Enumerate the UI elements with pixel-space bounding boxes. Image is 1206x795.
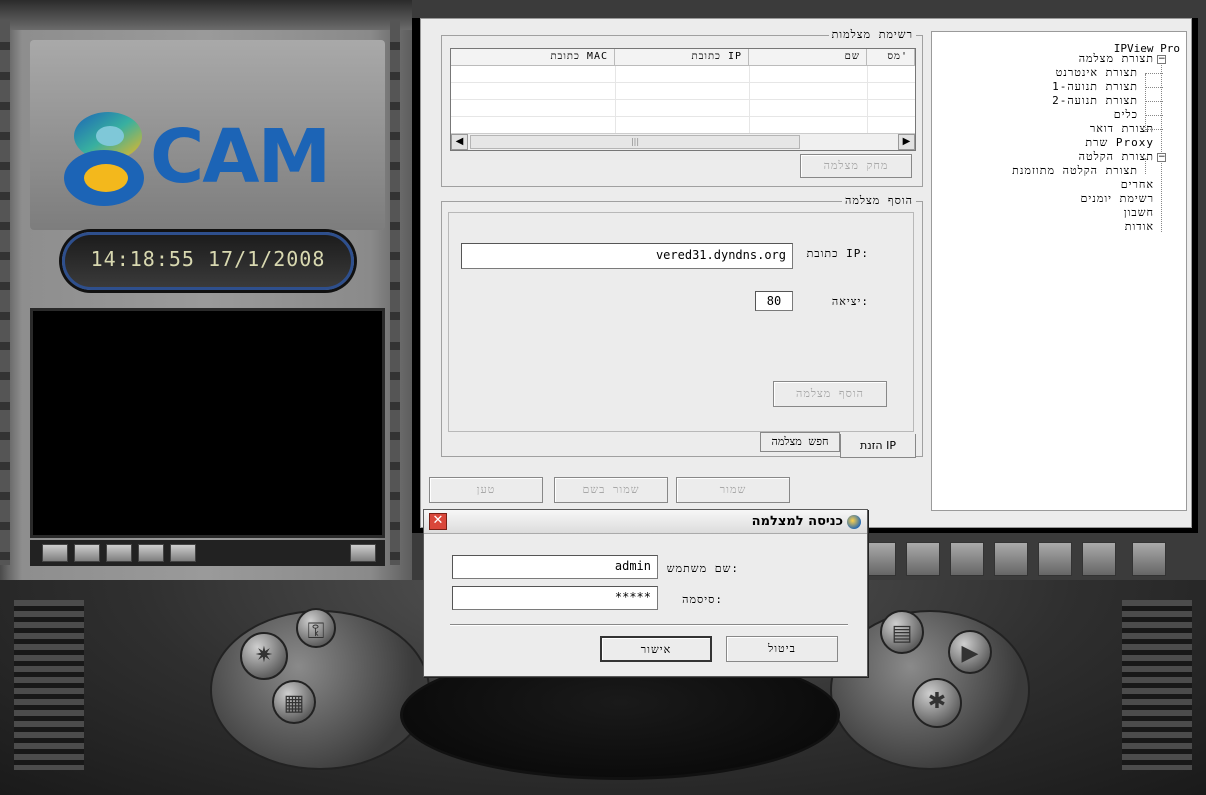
grill-right — [1122, 600, 1192, 770]
snapshot-icon[interactable] — [138, 544, 164, 562]
layout-4-icon[interactable] — [906, 542, 940, 576]
tree-item-logs[interactable]: רשימת יומנים — [1081, 192, 1154, 205]
device-skin-left: CAM 14:18:55 17/1/2008 — [0, 0, 412, 585]
username-input[interactable]: admin — [452, 555, 658, 579]
layout-custom-icon[interactable] — [1082, 542, 1116, 576]
clock-display: 14:18:55 17/1/2008 — [62, 232, 354, 290]
dialog-titlebar: ✕ כניסה למצלמה — [424, 510, 867, 534]
tree-item-account[interactable]: חשבון — [1124, 206, 1154, 219]
tree-item-other[interactable]: אחרים — [1121, 178, 1154, 191]
column-mac[interactable]: כתובת MAC — [451, 49, 615, 66]
camera-list-group: רשימת מצלמות מס' שם כתובת IP כתובת MAC ◀… — [441, 28, 923, 187]
camera-list-title: רשימת מצלמות — [828, 28, 916, 41]
network-icon[interactable]: ✷ — [240, 632, 288, 680]
grill-left — [14, 600, 84, 770]
add-camera-title: הוסף מצלמה — [842, 194, 916, 207]
username-label: שם משתמש: — [666, 562, 739, 575]
port-label: יציאה: — [831, 295, 869, 308]
collapse-icon[interactable]: − — [1157, 153, 1166, 162]
settings-tree: IPView Pro − תצורת מצלמה תצורת אינטרנט ת… — [931, 31, 1187, 511]
camera-icon[interactable] — [42, 544, 68, 562]
tree-item-internet-config[interactable]: תצורת אינטרנט — [1056, 66, 1138, 79]
power-icon[interactable] — [350, 544, 376, 562]
cancel-button[interactable]: ביטול — [726, 636, 838, 662]
column-ip[interactable]: כתובת IP — [615, 49, 749, 66]
scroll-left-icon[interactable]: ◀ — [451, 134, 468, 150]
skin-ribs-right — [390, 20, 400, 565]
tools-icon[interactable]: ✱ — [912, 678, 962, 728]
ptz-icon[interactable] — [170, 544, 196, 562]
camera-table: מס' שם כתובת IP כתובת MAC ◀ ||| ▶ — [450, 48, 916, 151]
tree-item-proxy[interactable]: שרת Proxy — [1085, 136, 1154, 149]
port-input[interactable]: 80 — [755, 291, 793, 311]
save-as-button[interactable]: שמור בשם — [554, 477, 668, 503]
ok-button[interactable]: אישור — [600, 636, 712, 662]
horizontal-scrollbar[interactable]: ◀ ||| ▶ — [451, 133, 915, 150]
tab-ip-entry[interactable]: הזנת IP — [840, 434, 916, 458]
logo-text: CAM — [150, 114, 331, 200]
add-camera-button[interactable]: הוסף מצלמה — [773, 381, 887, 407]
table-row[interactable] — [451, 83, 915, 100]
video-preview — [30, 308, 385, 538]
play-icon[interactable]: ▶ — [948, 630, 992, 674]
add-camera-group: הוסף מצלמה כתובת IP: vered31.dyndns.org … — [441, 194, 923, 458]
clock-text: 14:18:55 17/1/2008 — [90, 247, 326, 271]
lock-icon[interactable]: ⚿ — [296, 608, 336, 648]
tree-item-motion-2[interactable]: תצורת תנועה-2 — [1052, 94, 1138, 107]
skin-top-bar — [0, 0, 412, 30]
load-button[interactable]: טען — [429, 477, 543, 503]
tree-item-motion-1[interactable]: תצורת תנועה-1 — [1052, 80, 1138, 93]
tab-content: כתובת IP: vered31.dyndns.org יציאה: 80 ה… — [448, 212, 914, 432]
tree-item-scheduled-record[interactable]: תצורת הקלטה מתוזמנת — [1012, 164, 1138, 177]
column-name[interactable]: שם — [749, 49, 867, 66]
layout-6-icon[interactable] — [950, 542, 984, 576]
column-number[interactable]: מס' — [867, 49, 915, 66]
logo-8-icon — [64, 112, 144, 206]
scroll-right-icon[interactable]: ▶ — [898, 134, 915, 150]
tree-item-tools[interactable]: כלים — [1114, 108, 1138, 121]
save-button[interactable]: שמור — [676, 477, 790, 503]
skin-ribs-left — [0, 20, 10, 565]
settings-window: IPView Pro − תצורת מצלמה תצורת אינטרנט ת… — [412, 18, 1198, 533]
record-icon[interactable] — [74, 544, 100, 562]
tree-item-record-config[interactable]: תצורת הקלטה — [1079, 150, 1154, 163]
ip-label: כתובת IP: — [806, 247, 869, 260]
film-icon[interactable]: ▤ — [880, 610, 924, 654]
password-label: סיסמה: — [682, 593, 723, 606]
dialog-title: כניסה למצלמה — [751, 514, 843, 529]
settings-icon[interactable] — [106, 544, 132, 562]
layout-16-icon[interactable] — [1038, 542, 1072, 576]
close-icon[interactable]: ✕ — [429, 513, 447, 530]
left-icon-bar — [30, 540, 385, 566]
camera-login-dialog: ✕ כניסה למצלמה שם משתמש: admin סיסמה: **… — [423, 509, 868, 677]
layout-9-icon[interactable] — [994, 542, 1028, 576]
scroll-thumb[interactable]: ||| — [470, 135, 800, 149]
app-logo-icon — [847, 515, 861, 529]
tree-item-camera-config[interactable]: תצורת מצלמה — [1079, 52, 1154, 65]
settings-panel: IPView Pro − תצורת מצלמה תצורת אינטרנט ת… — [420, 18, 1192, 528]
dialog-divider — [450, 624, 848, 626]
layout-buttons — [862, 540, 1192, 580]
collapse-icon[interactable]: − — [1157, 55, 1166, 64]
password-input[interactable]: ***** — [452, 586, 658, 610]
delete-camera-button[interactable]: מחק מצלמה — [800, 154, 912, 178]
tree-item-mail-config[interactable]: תצורת דואר — [1090, 122, 1154, 135]
table-row[interactable] — [451, 66, 915, 83]
table-row[interactable] — [451, 100, 915, 117]
fullscreen-icon[interactable] — [1132, 542, 1166, 576]
table-row[interactable] — [451, 117, 915, 134]
ip-address-input[interactable]: vered31.dyndns.org — [461, 243, 793, 269]
tree-connector — [1161, 60, 1162, 232]
gallery-icon[interactable]: ▦ — [272, 680, 316, 724]
tab-search-camera[interactable]: חפש מצלמה — [760, 432, 840, 452]
tree-item-about[interactable]: אודות — [1125, 220, 1154, 233]
